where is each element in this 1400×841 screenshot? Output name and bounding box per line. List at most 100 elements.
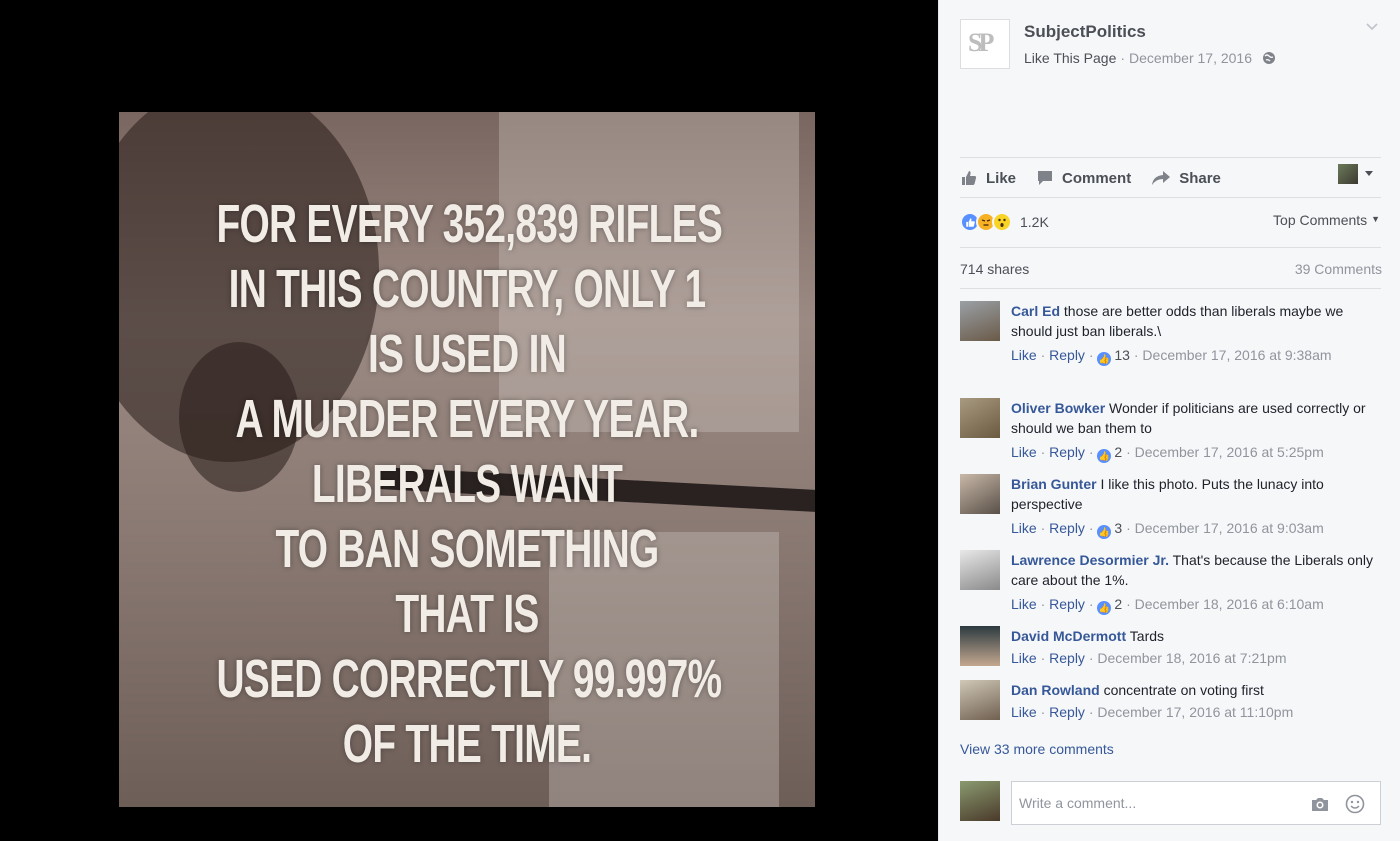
divider: [960, 197, 1381, 198]
view-more-comments-link[interactable]: View 33 more comments: [960, 741, 1114, 757]
meme-line: OF THE TIME.: [342, 714, 592, 774]
comment-meta: Like · Reply · 👍 3 · December 17, 2016 at…: [1011, 520, 1324, 539]
meme-caption: FOR EVERY 352,839 RIFLES IN THIS COUNTRY…: [119, 192, 815, 777]
comment-reply-link[interactable]: Reply: [1049, 347, 1085, 363]
meme-line: THAT IS: [395, 584, 539, 644]
post-stats: 714 shares 39 Comments: [960, 261, 1382, 277]
avatar[interactable]: [960, 398, 1000, 438]
comment-like-link[interactable]: Like: [1011, 650, 1037, 666]
meme-line: IS USED IN: [367, 324, 567, 384]
top-comments-dropdown[interactable]: Top Comments ▼: [1273, 212, 1380, 228]
comment-author[interactable]: Dan Rowland: [1011, 682, 1100, 698]
comment-input[interactable]: [1017, 794, 1311, 812]
comment-like-count[interactable]: 3: [1114, 520, 1122, 536]
comment-timestamp[interactable]: December 17, 2016 at 9:38am: [1142, 347, 1331, 363]
meme-line: A MURDER EVERY YEAR.: [235, 389, 699, 449]
comment-reply-link[interactable]: Reply: [1049, 650, 1085, 666]
page-logo[interactable]: SP: [960, 19, 1010, 69]
reactions-row: 1.2K Top Comments ▼: [960, 210, 1384, 234]
comment-reply-link[interactable]: Reply: [1049, 596, 1085, 612]
comment-timestamp[interactable]: December 17, 2016 at 11:10pm: [1097, 704, 1293, 720]
reaction-count[interactable]: 1.2K: [1020, 214, 1049, 230]
comment-body: Carl Ed those are better odds than liber…: [1011, 301, 1381, 366]
emoji-icon[interactable]: [1345, 794, 1365, 814]
share-button-label: Share: [1179, 169, 1221, 187]
chevron-down-icon[interactable]: [1366, 20, 1378, 32]
wow-reaction-icon[interactable]: [992, 212, 1012, 232]
comment-like-link[interactable]: Like: [1011, 444, 1037, 460]
caret-down-icon: [1365, 171, 1373, 176]
like-button-label: Like: [986, 169, 1017, 187]
comment-button-label: Comment: [1062, 169, 1132, 187]
actor-avatar: [1338, 164, 1358, 184]
shares-count-link[interactable]: 714 shares: [960, 261, 1029, 277]
like-page-link[interactable]: Like This Page: [1024, 50, 1116, 66]
meme-line: IN THIS COUNTRY, ONLY 1: [228, 259, 706, 319]
comment-meta: Like · Reply · 👍 2 · December 17, 2016 at…: [1011, 444, 1324, 463]
avatar[interactable]: [960, 680, 1000, 720]
meme-line: USED CORRECTLY 99.997%: [216, 649, 722, 709]
comment-reply-link[interactable]: Reply: [1049, 520, 1085, 536]
comment-text: those are better odds than liberals mayb…: [1011, 303, 1344, 339]
avatar[interactable]: [960, 474, 1000, 514]
comment-timestamp[interactable]: December 18, 2016 at 6:10am: [1135, 596, 1324, 612]
share-arrow-icon: [1152, 171, 1171, 185]
post-date-link[interactable]: December 17, 2016: [1129, 50, 1252, 66]
comment-timestamp[interactable]: December 17, 2016 at 5:25pm: [1135, 444, 1324, 460]
divider: [960, 157, 1381, 158]
comment-timestamp[interactable]: December 17, 2016 at 9:03am: [1135, 520, 1324, 536]
post-actions: Like Comment Share: [960, 165, 1382, 191]
caret-down-icon: ▼: [1371, 214, 1380, 224]
comment-author[interactable]: Brian Gunter: [1011, 476, 1097, 492]
like-count-icon: 👍: [1097, 525, 1112, 539]
photo-stage: FOR EVERY 352,839 RIFLES IN THIS COUNTRY…: [0, 0, 938, 841]
comment-like-link[interactable]: Like: [1011, 596, 1037, 612]
meme-line: FOR EVERY 352,839 RIFLES: [216, 194, 723, 254]
comment-like-count[interactable]: 2: [1114, 596, 1122, 612]
avatar[interactable]: [960, 301, 1000, 341]
comment-author[interactable]: Oliver Bowker: [1011, 400, 1105, 416]
comment-icon: [1038, 171, 1053, 185]
globe-icon: [1263, 52, 1275, 64]
comments-count-link[interactable]: 39 Comments: [1295, 261, 1382, 277]
comment-body: David McDermott Tards Like · Reply · Dec…: [1011, 626, 1381, 669]
divider: [960, 247, 1381, 248]
comment-like-link[interactable]: Like: [1011, 347, 1037, 363]
comment-reply-link[interactable]: Reply: [1049, 704, 1085, 720]
comment-body: Brian Gunter I like this photo. Puts the…: [1011, 474, 1381, 539]
comment-author[interactable]: Lawrence Desormier Jr.: [1011, 552, 1169, 568]
avatar[interactable]: [960, 626, 1000, 666]
avatar[interactable]: [960, 550, 1000, 590]
comment-author[interactable]: David McDermott: [1011, 628, 1126, 644]
like-count-icon: 👍: [1097, 449, 1112, 463]
page-logo-letters: SP: [968, 28, 994, 57]
comment-timestamp[interactable]: December 18, 2016 at 7:21pm: [1097, 650, 1286, 666]
meme-line: TO BAN SOMETHING: [275, 519, 659, 579]
like-button[interactable]: Like: [960, 169, 1016, 187]
comment-button[interactable]: Comment: [1036, 169, 1131, 187]
camera-icon[interactable]: [1310, 795, 1330, 813]
comment-like-count[interactable]: 13: [1114, 347, 1130, 363]
share-button[interactable]: Share: [1151, 169, 1221, 187]
comment-reply-link[interactable]: Reply: [1049, 444, 1085, 460]
like-count-icon: 👍: [1097, 352, 1112, 366]
post-meta: Like This Page · December 17, 2016: [1024, 50, 1276, 66]
comment-text: Tards: [1129, 628, 1165, 644]
divider: [960, 288, 1381, 289]
page-name-link[interactable]: SubjectPolitics: [1024, 22, 1146, 42]
comment-author[interactable]: Carl Ed: [1011, 303, 1060, 319]
post-photo[interactable]: FOR EVERY 352,839 RIFLES IN THIS COUNTRY…: [119, 112, 815, 807]
meme-line: LIBERALS WANT: [311, 454, 623, 514]
comment-composer[interactable]: [1011, 781, 1381, 825]
separator: ·: [1120, 50, 1126, 66]
comment-like-link[interactable]: Like: [1011, 704, 1037, 720]
comment-meta: Like · Reply · December 17, 2016 at 11:1…: [1011, 704, 1294, 720]
actor-selector[interactable]: [1338, 164, 1378, 184]
comment-like-link[interactable]: Like: [1011, 520, 1037, 536]
comment-meta: Like · Reply · 👍 2 · December 18, 2016 at…: [1011, 596, 1324, 615]
avatar[interactable]: [960, 781, 1000, 821]
comment-text: concentrate on voting first: [1103, 682, 1264, 698]
comment-body: Lawrence Desormier Jr. That's because th…: [1011, 550, 1381, 615]
comment-like-count[interactable]: 2: [1114, 444, 1122, 460]
comment-meta: Like · Reply · 👍 13 · December 17, 2016 a…: [1011, 347, 1332, 366]
